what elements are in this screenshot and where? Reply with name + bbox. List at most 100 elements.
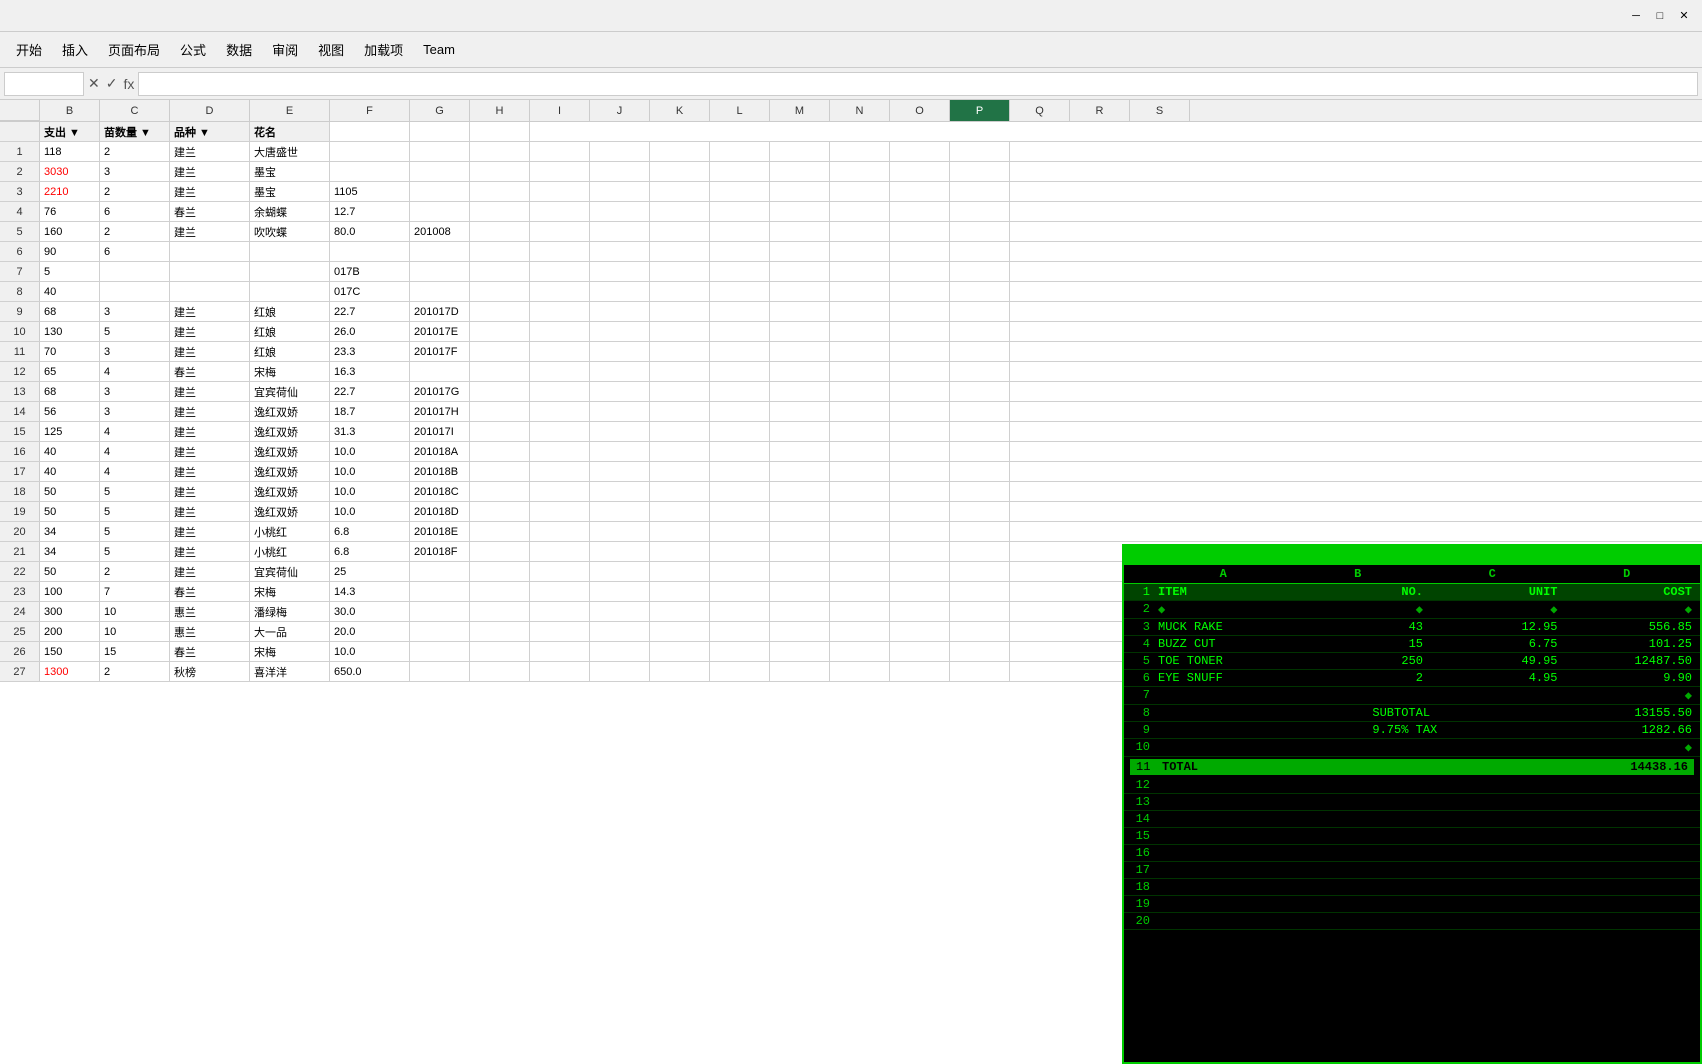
- cell-g[interactable]: 201018A: [410, 442, 470, 461]
- cell-d[interactable]: 建兰: [170, 382, 250, 401]
- cell-g[interactable]: [410, 642, 470, 661]
- cell-e[interactable]: [250, 282, 330, 301]
- header-c[interactable]: 苗数量 ▼: [100, 122, 170, 141]
- cell-d[interactable]: 建兰: [170, 502, 250, 521]
- cell-f[interactable]: 10.0: [330, 442, 410, 461]
- cell-b[interactable]: 100: [40, 582, 100, 601]
- name-box[interactable]: [4, 72, 84, 96]
- cell-e[interactable]: 逸红双娇: [250, 442, 330, 461]
- cell-b[interactable]: 34: [40, 542, 100, 561]
- cell-d[interactable]: 建兰: [170, 442, 250, 461]
- cell-g[interactable]: 201017E: [410, 322, 470, 341]
- cell-f[interactable]: 23.3: [330, 342, 410, 361]
- cancel-icon[interactable]: ✕: [88, 75, 100, 92]
- cell-d[interactable]: 惠兰: [170, 602, 250, 621]
- cell-f[interactable]: 26.0: [330, 322, 410, 341]
- cell-f[interactable]: 31.3: [330, 422, 410, 441]
- cell-g[interactable]: [410, 582, 470, 601]
- cell-f[interactable]: 017C: [330, 282, 410, 301]
- confirm-icon[interactable]: ✓: [106, 75, 118, 92]
- cell-e[interactable]: 逸红双娇: [250, 482, 330, 501]
- cell-g[interactable]: [410, 602, 470, 621]
- cell-f[interactable]: 16.3: [330, 362, 410, 381]
- cell-b[interactable]: 300: [40, 602, 100, 621]
- cell-c[interactable]: 3: [100, 162, 170, 181]
- cell-c[interactable]: 6: [100, 242, 170, 261]
- cell-e[interactable]: 红娘: [250, 302, 330, 321]
- cell-b[interactable]: 125: [40, 422, 100, 441]
- cell-g[interactable]: 201018C: [410, 482, 470, 501]
- cell-f[interactable]: 10.0: [330, 462, 410, 481]
- cell-d[interactable]: 建兰: [170, 162, 250, 181]
- cell-d[interactable]: 春兰: [170, 202, 250, 221]
- cell-c[interactable]: 3: [100, 342, 170, 361]
- cell-b[interactable]: 68: [40, 302, 100, 321]
- cell-c[interactable]: 5: [100, 542, 170, 561]
- cell-f[interactable]: 650.0: [330, 662, 410, 681]
- menu-page-layout[interactable]: 页面布局: [100, 36, 168, 63]
- cell-d[interactable]: 建兰: [170, 182, 250, 201]
- cell-c[interactable]: 2: [100, 662, 170, 681]
- cell-b[interactable]: 2210: [40, 182, 100, 201]
- cell-g[interactable]: 201018B: [410, 462, 470, 481]
- cell-g[interactable]: [410, 202, 470, 221]
- close-button[interactable]: ✕: [1674, 6, 1694, 26]
- cell-f[interactable]: 20.0: [330, 622, 410, 641]
- cell-c[interactable]: 3: [100, 302, 170, 321]
- cell-e[interactable]: 小桃红: [250, 542, 330, 561]
- menu-review[interactable]: 审阅: [264, 36, 306, 63]
- cell-d[interactable]: 秋榜: [170, 662, 250, 681]
- cell-b[interactable]: 1300: [40, 662, 100, 681]
- cell-e[interactable]: 逸红双娇: [250, 502, 330, 521]
- cell-e[interactable]: 吹吹蝶: [250, 222, 330, 241]
- cell-c[interactable]: 5: [100, 522, 170, 541]
- cell-b[interactable]: 40: [40, 442, 100, 461]
- cell-f[interactable]: [330, 242, 410, 261]
- cell-e[interactable]: 逸红双娇: [250, 462, 330, 481]
- cell-c[interactable]: 7: [100, 582, 170, 601]
- cell-b[interactable]: 76: [40, 202, 100, 221]
- col-header-q[interactable]: Q: [1010, 100, 1070, 121]
- cell-d[interactable]: [170, 262, 250, 281]
- cell-g[interactable]: [410, 242, 470, 261]
- cell-f[interactable]: 017B: [330, 262, 410, 281]
- header-b[interactable]: 支出 ▼: [40, 122, 100, 141]
- cell-d[interactable]: 春兰: [170, 642, 250, 661]
- cell-f[interactable]: 22.7: [330, 382, 410, 401]
- menu-team[interactable]: Team: [415, 38, 463, 61]
- minimize-button[interactable]: ─: [1626, 6, 1646, 26]
- menu-addins[interactable]: 加载项: [356, 36, 411, 63]
- cell-b[interactable]: 160: [40, 222, 100, 241]
- cell-b[interactable]: 50: [40, 482, 100, 501]
- cell-c[interactable]: 2: [100, 142, 170, 161]
- cell-f[interactable]: 6.8: [330, 522, 410, 541]
- cell-b[interactable]: 50: [40, 502, 100, 521]
- header-d[interactable]: 品种 ▼: [170, 122, 250, 141]
- col-header-e[interactable]: E: [250, 100, 330, 121]
- cell-b[interactable]: 200: [40, 622, 100, 641]
- menu-formula[interactable]: 公式: [172, 36, 214, 63]
- cell-d[interactable]: 建兰: [170, 462, 250, 481]
- cell-f[interactable]: 1105: [330, 182, 410, 201]
- cell-b[interactable]: 5: [40, 262, 100, 281]
- cell-g[interactable]: 201017H: [410, 402, 470, 421]
- cell-f[interactable]: 80.0: [330, 222, 410, 241]
- cell-g[interactable]: 201017F: [410, 342, 470, 361]
- col-header-n[interactable]: N: [830, 100, 890, 121]
- col-header-s[interactable]: S: [1130, 100, 1190, 121]
- col-header-h[interactable]: H: [470, 100, 530, 121]
- cell-b[interactable]: 150: [40, 642, 100, 661]
- cell-c[interactable]: 2: [100, 182, 170, 201]
- maximize-button[interactable]: □: [1650, 6, 1670, 26]
- header-e[interactable]: 花名: [250, 122, 330, 141]
- cell-g[interactable]: 201018D: [410, 502, 470, 521]
- cell-c[interactable]: 10: [100, 622, 170, 641]
- menu-view[interactable]: 视图: [310, 36, 352, 63]
- cell-g[interactable]: [410, 282, 470, 301]
- cell-g[interactable]: [410, 362, 470, 381]
- cell-c[interactable]: 2: [100, 222, 170, 241]
- cell-e[interactable]: 逸红双娇: [250, 402, 330, 421]
- cell-c[interactable]: 5: [100, 502, 170, 521]
- cell-e[interactable]: [250, 262, 330, 281]
- cell-b[interactable]: 65: [40, 362, 100, 381]
